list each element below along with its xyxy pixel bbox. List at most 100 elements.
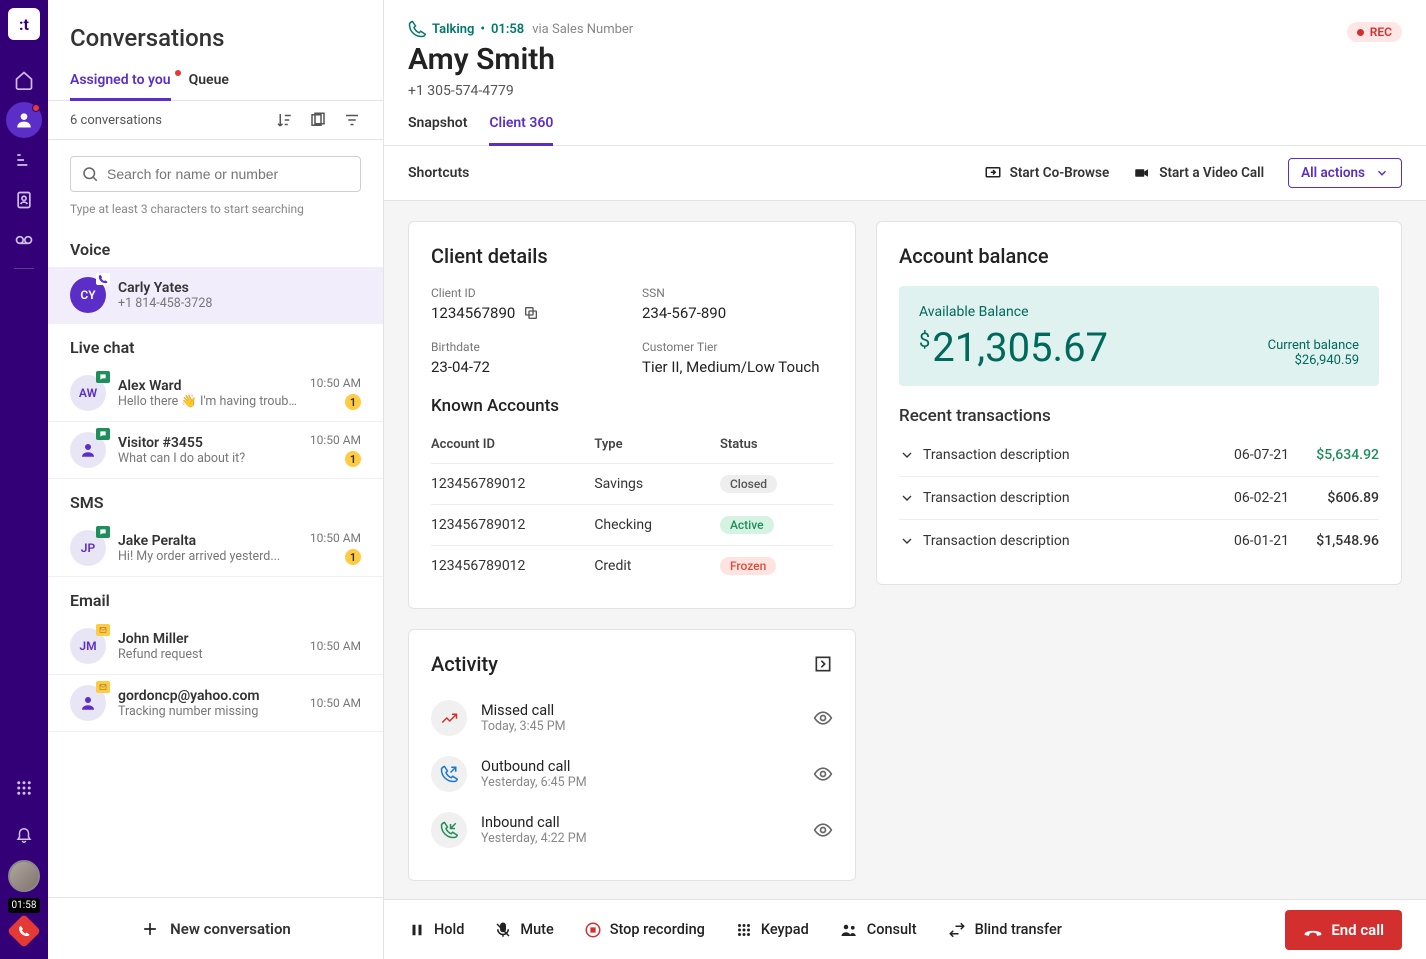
filter-button[interactable] — [343, 111, 361, 129]
expand-transaction[interactable] — [899, 490, 923, 506]
rail-apps[interactable] — [6, 770, 42, 806]
available-balance-value: $21,305.67 — [919, 328, 1108, 368]
activity-item-time: Yesterday, 4:22 PM — [481, 831, 587, 846]
hold-button[interactable]: Hold — [408, 921, 464, 939]
item-name: Alex Ward — [118, 378, 298, 394]
view-activity-button[interactable] — [813, 820, 833, 840]
search-box[interactable] — [70, 156, 361, 192]
start-video-call-button[interactable]: Start a Video Call — [1133, 164, 1264, 182]
available-balance-label: Available Balance — [919, 304, 1108, 320]
blind-transfer-button[interactable]: Blind transfer — [947, 921, 1062, 939]
tab-assigned-to-you[interactable]: Assigned to you — [70, 72, 171, 101]
item-name: John Miller — [118, 631, 298, 647]
sms-indicator-icon — [96, 526, 110, 538]
call-header: Talking • 01:58 via Sales Number REC Amy… — [384, 0, 1426, 99]
transaction-row[interactable]: Transaction description06-07-21$5,634.92 — [899, 434, 1379, 477]
account-status-pill: Frozen — [720, 557, 776, 575]
transaction-row[interactable]: Transaction description06-02-21$606.89 — [899, 477, 1379, 520]
keypad-icon — [735, 921, 753, 939]
email-item-gordoncp[interactable]: gordoncp@yahoo.com Tracking number missi… — [48, 675, 383, 732]
email-item-john-miller[interactable]: JM John Miller Refund request 10:50 AM — [48, 618, 383, 675]
rail-separator — [14, 268, 34, 269]
screen-share-icon — [984, 164, 1002, 182]
transaction-amount: $606.89 — [1289, 490, 1379, 506]
expand-transaction[interactable] — [899, 447, 923, 463]
all-actions-button[interactable]: All actions — [1288, 158, 1402, 188]
avatar: JM — [70, 628, 106, 664]
view-activity-button[interactable] — [813, 764, 833, 784]
item-name: Visitor #3455 — [118, 435, 298, 451]
activity-row: Missed callToday, 3:45 PM — [431, 690, 833, 746]
ssn-label: SSN — [642, 286, 833, 300]
app-logo[interactable]: :t — [8, 8, 40, 40]
activity-item-title: Missed call — [481, 702, 566, 719]
copy-client-id-button[interactable] — [523, 305, 539, 321]
tab-queue[interactable]: Queue — [189, 72, 229, 100]
rail-user-avatar[interactable] — [8, 860, 40, 892]
activity-row: Inbound callYesterday, 4:22 PM — [431, 802, 833, 858]
rail-conversations-dot — [32, 104, 40, 112]
unread-badge: 1 — [345, 549, 361, 565]
activity-expand-button[interactable] — [813, 654, 833, 674]
rail-voicemail[interactable] — [6, 222, 42, 258]
contact-icon — [14, 190, 34, 210]
account-type: Checking — [594, 517, 720, 533]
rail-conversations[interactable] — [6, 102, 42, 138]
client-details-card: Client details Client ID 1234567890 SSN … — [408, 221, 856, 609]
keypad-button[interactable]: Keypad — [735, 921, 809, 939]
item-preview: Hi! My order arrived yesterd... — [118, 549, 298, 564]
account-id: 123456789012 — [431, 558, 594, 574]
phone-hangup-icon — [1303, 920, 1323, 940]
current-balance-label: Current balance — [1268, 338, 1359, 353]
search-hint: Type at least 3 characters to start sear… — [48, 198, 383, 226]
call-action-bar: Hold Mute Stop recording Keypad Consult … — [384, 899, 1426, 959]
layout-button[interactable] — [309, 111, 327, 129]
mute-button[interactable]: Mute — [494, 921, 553, 939]
tab-snapshot[interactable]: Snapshot — [408, 115, 467, 145]
rail-notifications[interactable] — [6, 816, 42, 852]
col-account-id: Account ID — [431, 437, 594, 452]
conversations-panel: Conversations Assigned to you Queue 6 co… — [48, 0, 384, 959]
client-id-value: 1234567890 — [431, 304, 515, 322]
unread-badge: 1 — [345, 451, 361, 467]
new-conversation-button[interactable]: New conversation — [48, 897, 383, 959]
transaction-row[interactable]: Transaction description06-01-21$1,548.96 — [899, 520, 1379, 562]
email-indicator-icon — [96, 681, 110, 693]
section-email: Email — [48, 577, 383, 618]
layout-icon — [309, 111, 327, 129]
col-type: Type — [594, 437, 720, 452]
apps-icon — [15, 779, 33, 797]
activity-type-icon — [431, 756, 467, 792]
chat-item-visitor-3455[interactable]: Visitor #3455 What can I do about it? 10… — [48, 422, 383, 479]
end-call-button[interactable]: End call — [1285, 910, 1402, 950]
search-input[interactable] — [107, 166, 350, 182]
transaction-date: 06-07-21 — [1209, 447, 1289, 463]
rail-home[interactable] — [6, 62, 42, 98]
view-activity-button[interactable] — [813, 708, 833, 728]
consult-button[interactable]: Consult — [839, 921, 917, 939]
phone-icon — [18, 925, 30, 937]
bell-icon — [15, 825, 33, 843]
rail-active-call[interactable] — [7, 914, 41, 948]
sort-button[interactable] — [275, 111, 293, 129]
item-preview: What can I do about it? — [118, 451, 298, 466]
item-time: 10:50 AM — [310, 433, 361, 447]
tab-client-360[interactable]: Client 360 — [489, 115, 553, 146]
avatar: CY — [70, 277, 106, 313]
item-time: 10:50 AM — [310, 376, 361, 390]
rail-queue[interactable] — [6, 142, 42, 178]
voice-item-carly-yates[interactable]: CY Carly Yates +1 814-458-3728 — [48, 267, 383, 324]
chat-item-alex-ward[interactable]: AW Alex Ward Hello there 👋 I'm having tr… — [48, 365, 383, 422]
item-subject: Refund request — [118, 647, 298, 662]
start-cobrowse-button[interactable]: Start Co-Browse — [984, 164, 1110, 182]
stop-recording-button[interactable]: Stop recording — [584, 921, 705, 939]
tier-value: Tier II, Medium/Low Touch — [642, 358, 833, 376]
expand-transaction[interactable] — [899, 533, 923, 549]
item-time: 10:50 AM — [310, 639, 361, 653]
chat-indicator-icon — [96, 371, 110, 383]
avatar — [70, 432, 106, 468]
current-balance-value: $26,940.59 — [1268, 353, 1359, 368]
sms-item-jake-peralta[interactable]: JP Jake Peralta Hi! My order arrived yes… — [48, 520, 383, 577]
rail-contacts[interactable] — [6, 182, 42, 218]
avatar: AW — [70, 375, 106, 411]
